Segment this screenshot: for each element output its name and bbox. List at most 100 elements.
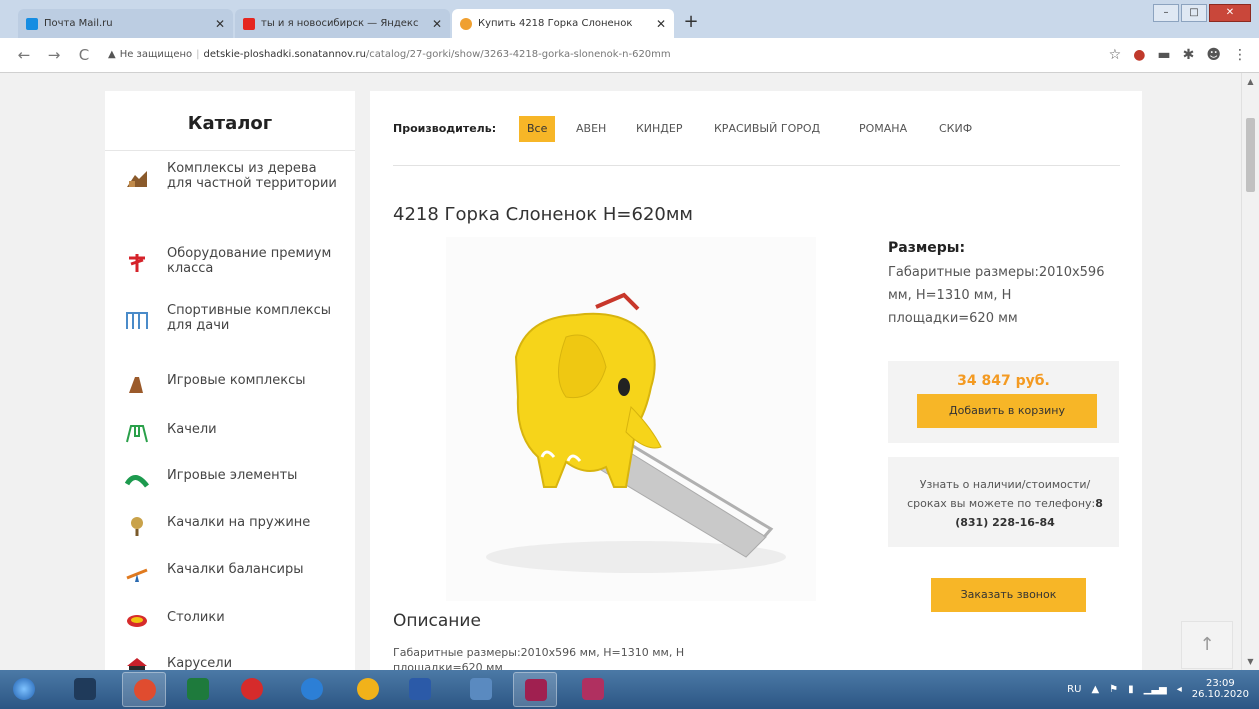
tab-product[interactable]: Купить 4218 Горка Слоненок ✕ xyxy=(452,9,674,38)
profile-icon[interactable]: ☻ xyxy=(1206,47,1221,63)
language-indicator[interactable]: RU xyxy=(1067,684,1081,695)
maximize-button[interactable]: □ xyxy=(1181,4,1207,22)
filter-krasiviy-gorod[interactable]: КРАСИВЫЙ ГОРОД xyxy=(714,116,820,142)
sidebar-item-label: Комплексы из дерева для частной территор… xyxy=(167,161,337,191)
sidebar-item-play-elements[interactable]: Игровые элементы xyxy=(105,468,355,498)
taskbar-app-word[interactable] xyxy=(398,672,442,707)
filter-all[interactable]: Все xyxy=(519,116,556,142)
taskbar-app-winrar[interactable] xyxy=(513,672,557,707)
minimize-button[interactable]: – xyxy=(1153,4,1179,22)
reload-button[interactable]: C xyxy=(74,45,94,65)
back-to-top-button[interactable]: ↑ xyxy=(1181,621,1233,669)
winrar-icon xyxy=(582,678,604,700)
clock-time: 23:09 xyxy=(1205,678,1235,689)
sport-complex-icon xyxy=(126,312,148,329)
sidebar-item-wooden-complexes[interactable]: Комплексы из дерева для частной территор… xyxy=(105,161,355,211)
forward-button[interactable]: → xyxy=(44,45,64,65)
taskbar-app-yandex[interactable] xyxy=(346,672,390,707)
catalog-divider xyxy=(105,150,355,151)
play-complex-icon xyxy=(129,377,143,393)
taskbar-app-winrar-2[interactable] xyxy=(571,672,615,707)
close-window-button[interactable]: ✕ xyxy=(1209,4,1251,22)
filter-romana[interactable]: РОМАНА xyxy=(859,116,907,142)
availability-text: Узнать о наличии/стоимости/ сроках вы мо… xyxy=(902,475,1108,532)
network-icon[interactable]: ▮ xyxy=(1128,684,1134,695)
volume-icon[interactable]: ◂ xyxy=(1177,684,1182,695)
balance-rocker-icon xyxy=(126,568,148,582)
request-call-button[interactable]: Заказать звонок xyxy=(931,578,1086,612)
puzzle-icon[interactable]: ✱ xyxy=(1183,47,1195,63)
tab-close-icon[interactable]: ✕ xyxy=(215,17,225,31)
swing-icon xyxy=(126,425,148,443)
sidebar-item-spring-rockers[interactable]: Качалки на пружине xyxy=(105,515,355,545)
address-divider: | xyxy=(196,49,200,60)
scroll-up-arrow-icon[interactable]: ▲ xyxy=(1245,77,1256,86)
play-element-icon xyxy=(125,475,149,488)
star-icon[interactable]: ☆ xyxy=(1109,47,1122,63)
yandex-icon xyxy=(357,678,379,700)
sizes-text: Габаритные размеры:2010х596 мм, Н=1310 м… xyxy=(888,265,1105,326)
wooden-complex-icon xyxy=(127,171,147,187)
filter-kinder[interactable]: КИНДЕР xyxy=(636,116,683,142)
scrollbar-thumb[interactable] xyxy=(1246,118,1255,192)
sidebar-item-sport[interactable]: Спортивные комплексы для дачи xyxy=(105,303,355,343)
spring-rocker-icon xyxy=(131,517,143,536)
taskbar-app-calculator[interactable] xyxy=(459,672,503,707)
new-tab-button[interactable]: + xyxy=(680,12,702,34)
start-button[interactable] xyxy=(2,672,46,707)
excel-icon xyxy=(187,678,209,700)
sidebar-item-label: Столики xyxy=(167,610,225,625)
page-scrollbar[interactable]: ▲ ▼ xyxy=(1241,73,1259,670)
browser-tab-strip: Почта Mail.ru ✕ ты и я новосибирск — Янд… xyxy=(0,0,1259,38)
sidebar-item-carousels[interactable]: Карусели xyxy=(105,656,355,670)
opera-icon xyxy=(241,678,263,700)
taskbar-app-opera[interactable] xyxy=(230,672,274,707)
flag-icon[interactable]: ⚑ xyxy=(1109,684,1118,695)
product-panel: Производитель: Все АВЕН КИНДЕР КРАСИВЫЙ … xyxy=(370,91,1142,670)
taskbar-app-chrome[interactable] xyxy=(122,672,166,707)
table-icon xyxy=(127,615,147,627)
page-content: Каталог Комплексы из дерева для частной … xyxy=(0,73,1259,670)
tab-yandex[interactable]: ты и я новосибирск — Яндекс ✕ xyxy=(235,9,450,38)
filter-skif[interactable]: СКИФ xyxy=(939,116,972,142)
tab-mail[interactable]: Почта Mail.ru ✕ xyxy=(18,9,233,38)
product-image[interactable] xyxy=(446,237,816,601)
menu-icon[interactable]: ⋮ xyxy=(1233,47,1247,63)
taskbar-app-explorer[interactable] xyxy=(63,672,107,707)
elephant-slide-image xyxy=(486,292,786,573)
product-title: 4218 Горка Слоненок Н=620мм xyxy=(393,204,694,225)
taskbar-app-yandex-browser[interactable] xyxy=(290,672,334,707)
add-to-cart-button[interactable]: Добавить в корзину xyxy=(917,394,1097,428)
sidebar-item-premium[interactable]: Оборудование премиум класса xyxy=(105,246,355,286)
window-controls: – □ ✕ xyxy=(1153,4,1251,22)
clock[interactable]: 23:09 26.10.2020 xyxy=(1192,678,1249,700)
tray-expand-icon[interactable]: ▲ xyxy=(1091,684,1099,695)
extension-icon[interactable]: ● xyxy=(1133,47,1145,63)
yandex-browser-icon xyxy=(301,678,323,700)
availability-info: Узнать о наличии/стоимости/ сроках вы мо… xyxy=(888,457,1119,547)
browser-toolbar: ← → C ▲ Не защищено | detskie-ploshadki.son… xyxy=(0,38,1259,73)
sidebar-item-play-complexes[interactable]: Игровые комплексы xyxy=(105,373,355,403)
scroll-down-arrow-icon[interactable]: ▼ xyxy=(1245,657,1256,666)
tab-close-icon[interactable]: ✕ xyxy=(656,17,666,31)
address-bar[interactable]: ▲ Не защищено | detskie-ploshadki.sonatanno… xyxy=(108,43,1098,67)
security-label[interactable]: Не защищено xyxy=(120,49,192,60)
windows-start-icon xyxy=(13,678,35,700)
tab-close-icon[interactable]: ✕ xyxy=(432,17,442,31)
filter-aven[interactable]: АВЕН xyxy=(576,116,606,142)
extension-icon[interactable]: ▬ xyxy=(1157,47,1170,63)
clock-date: 26.10.2020 xyxy=(1191,689,1249,700)
sidebar-item-label: Качели xyxy=(167,422,217,437)
signal-icon[interactable]: ▁▃▅ xyxy=(1144,684,1167,695)
taskbar-app-excel[interactable] xyxy=(176,672,220,707)
description-title: Описание xyxy=(393,611,481,631)
sidebar-item-label: Игровые комплексы xyxy=(167,373,306,388)
sidebar-item-balance-rockers[interactable]: Качалки балансиры xyxy=(105,562,355,592)
back-button[interactable]: ← xyxy=(14,45,34,65)
warning-icon[interactable]: ▲ xyxy=(108,49,116,60)
catalog-title: Каталог xyxy=(187,113,273,134)
sidebar-item-tables[interactable]: Столики xyxy=(105,610,355,640)
sidebar-item-swings[interactable]: Качели xyxy=(105,422,355,452)
sidebar-item-label: Карусели xyxy=(167,656,233,670)
tab-label: Купить 4218 Горка Слоненок xyxy=(478,18,633,29)
